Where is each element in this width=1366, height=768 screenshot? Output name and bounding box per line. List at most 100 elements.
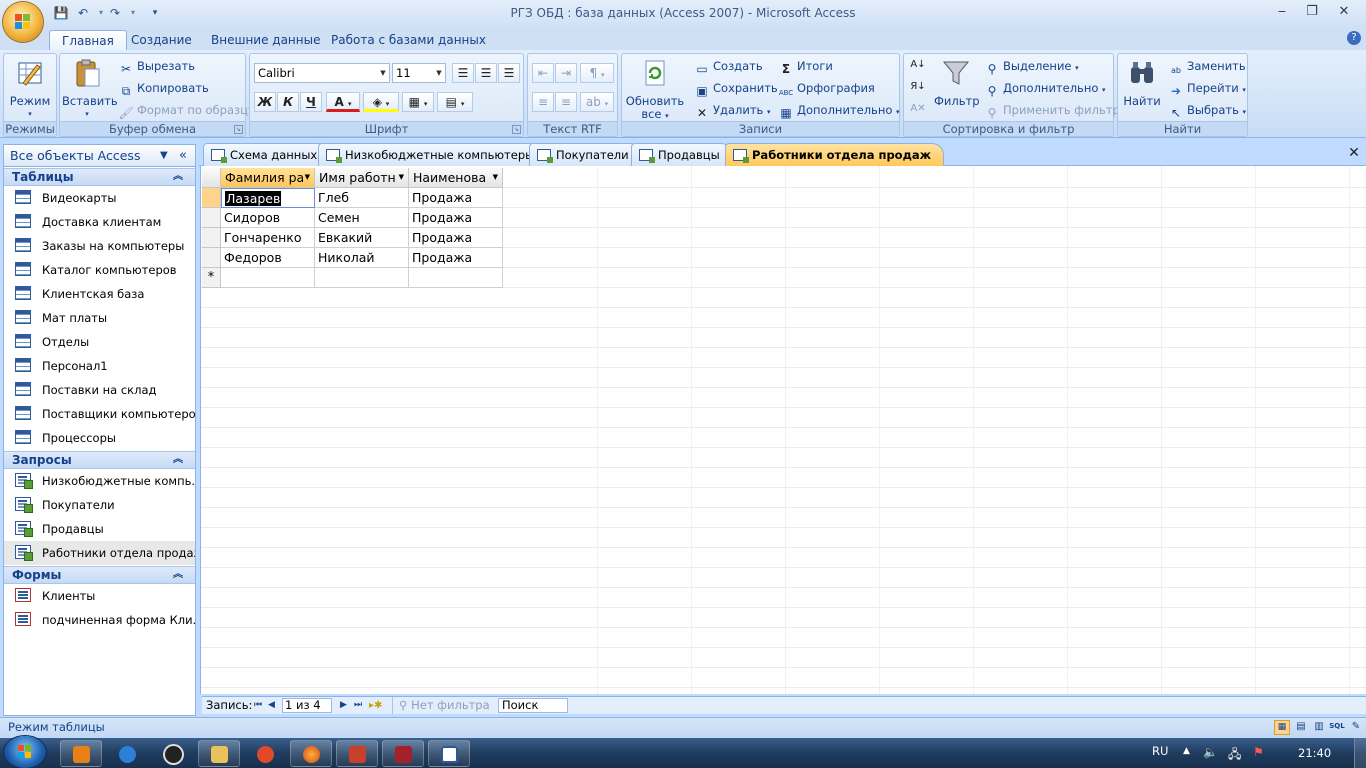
table-cell[interactable]: Продажа	[409, 228, 503, 248]
nav-section-forms[interactable]: Формы ︽	[4, 566, 195, 584]
table-cell[interactable]: Сидоров	[221, 208, 315, 228]
font-launcher-icon[interactable]: ↘	[512, 125, 521, 134]
language-indicator[interactable]: RU	[1152, 744, 1168, 758]
replace-button[interactable]: ab Заменить	[1168, 56, 1246, 76]
table-cell[interactable]: Продажа	[409, 208, 503, 228]
pivot-table-icon[interactable]: ▤	[1293, 720, 1309, 735]
current-record-field[interactable]: 1 из 4	[282, 698, 332, 713]
column-header[interactable]: Фамилия ра ▼	[221, 168, 315, 188]
start-button[interactable]	[4, 736, 46, 768]
datasheet-view-icon[interactable]: ▦	[1274, 720, 1290, 735]
nav-table-item[interactable]: Каталог компьютеров	[4, 258, 195, 282]
new-row-cell[interactable]	[221, 268, 315, 288]
doc-tab-query[interactable]: Продавцы	[631, 143, 733, 166]
highlight-button[interactable]: ab ▾	[580, 92, 614, 112]
no-filter-indicator[interactable]: ⚲ Нет фильтра	[392, 697, 490, 714]
nav-query-item[interactable]: Продавцы	[4, 517, 195, 541]
taskbar-ie[interactable]	[106, 740, 148, 767]
nav-query-item-selected[interactable]: Работники отдела продаж	[4, 541, 195, 565]
totals-button[interactable]: Σ Итоги	[778, 56, 833, 76]
new-row-cell[interactable]	[315, 268, 409, 288]
nav-pane-header[interactable]: Все объекты Access ▼ «	[4, 145, 195, 167]
select-button[interactable]: ↖ Выбрать ▾	[1168, 100, 1246, 120]
nav-table-item[interactable]: Доставка клиентам	[4, 210, 195, 234]
nav-table-item[interactable]: Поставки на склад	[4, 378, 195, 402]
taskbar-access[interactable]	[382, 740, 424, 767]
action-center-icon[interactable]: ⚑	[1253, 745, 1264, 759]
tab-home[interactable]: Главная	[49, 30, 127, 50]
volume-icon[interactable]: 🔈	[1203, 745, 1218, 759]
record-selector[interactable]	[202, 188, 221, 208]
maximize-button[interactable]: ❐	[1300, 3, 1324, 21]
doc-tab-query[interactable]: Покупатели	[529, 143, 642, 166]
table-cell[interactable]: Глеб	[315, 188, 409, 208]
design-view-icon[interactable]: ✎	[1348, 720, 1364, 735]
decrease-indent-button[interactable]: ⇤	[532, 63, 554, 83]
find-button[interactable]: Найти	[1120, 57, 1164, 108]
table-cell[interactable]: Семен	[315, 208, 409, 228]
numbering-button[interactable]: ≡	[532, 92, 554, 112]
table-cell[interactable]: Евкакий	[315, 228, 409, 248]
table-cell[interactable]: Федоров	[221, 248, 315, 268]
taskbar-media-player[interactable]	[60, 740, 102, 767]
clear-sort-button[interactable]: A✕	[908, 100, 928, 120]
nav-table-item[interactable]: Мат платы	[4, 306, 195, 330]
refresh-all-button[interactable]: Обновить все ▾	[624, 57, 686, 123]
record-selector[interactable]	[202, 248, 221, 268]
help-icon[interactable]: ?	[1347, 31, 1361, 45]
taskbar-firefox[interactable]	[290, 740, 332, 767]
font-name-combo[interactable]: Calibri ▼	[254, 63, 390, 83]
alternate-fill-button[interactable]: ▤ ▾	[437, 92, 473, 112]
new-row-cell[interactable]	[409, 268, 503, 288]
show-hidden-icons-icon[interactable]: ▲	[1183, 746, 1190, 756]
network-icon[interactable]: 🖧	[1228, 745, 1241, 766]
format-painter-button[interactable]: 🖌 Формат по образцу	[118, 100, 254, 120]
nav-form-item[interactable]: Клиенты	[4, 584, 195, 608]
next-record-icon[interactable]: ▶	[340, 697, 347, 714]
previous-record-icon[interactable]: ◀	[268, 697, 275, 714]
close-document-icon[interactable]: ✕	[1347, 146, 1361, 160]
close-button[interactable]: ✕	[1332, 3, 1356, 21]
nav-table-item[interactable]: Персонал1	[4, 354, 195, 378]
doc-tab-relationships[interactable]: Схема данных	[203, 143, 331, 166]
bold-button[interactable]: Ж	[254, 92, 276, 112]
tab-create[interactable]: Создание	[119, 30, 204, 50]
last-record-icon[interactable]: ⏭	[354, 697, 362, 714]
doc-tab-active[interactable]: Работники отдела продаж	[725, 143, 945, 166]
nav-table-item[interactable]: Отделы	[4, 330, 195, 354]
paste-button[interactable]: Вставить ▾	[62, 57, 118, 121]
column-header[interactable]: Имя работн ▼	[315, 168, 409, 188]
nav-table-item[interactable]: Заказы на компьютеры	[4, 234, 195, 258]
sort-descending-button[interactable]: Я↓	[908, 78, 928, 98]
table-cell[interactable]: Продажа	[409, 188, 503, 208]
copy-button[interactable]: ⧉ Копировать	[118, 78, 209, 98]
cut-button[interactable]: ✂ Вырезать	[118, 56, 195, 76]
sort-ascending-button[interactable]: A↓	[908, 56, 928, 76]
increase-indent-button[interactable]: ⇥	[555, 63, 577, 83]
clock[interactable]: 21:40	[1298, 746, 1331, 760]
new-record-selector[interactable]: *	[202, 268, 221, 288]
font-color-button[interactable]: A ▾	[326, 92, 360, 112]
office-button[interactable]	[3, 2, 43, 42]
sql-view-icon[interactable]: SQL	[1329, 720, 1345, 735]
italic-button[interactable]: К	[277, 92, 299, 112]
nav-query-item[interactable]: Низкобюджетные компь...	[4, 469, 195, 493]
taskbar-powerpoint[interactable]	[336, 740, 378, 767]
filter-button[interactable]: Фильтр	[934, 57, 980, 108]
align-left-button[interactable]: ☰	[452, 63, 474, 83]
chevron-down-icon[interactable]: ▼	[160, 145, 168, 166]
clipboard-launcher-icon[interactable]: ↘	[234, 125, 243, 134]
minimize-button[interactable]: ‒	[1270, 3, 1294, 21]
nav-form-item[interactable]: подчиненная форма Кли...	[4, 608, 195, 632]
table-cell[interactable]: Продажа	[409, 248, 503, 268]
advanced-filter-button[interactable]: ⚲ Дополнительно ▾	[984, 78, 1106, 98]
gridlines-button[interactable]: ▦ ▾	[402, 92, 434, 112]
tab-database-tools[interactable]: Работа с базами данных	[319, 30, 498, 50]
new-record-nav-icon[interactable]: ▸✱	[369, 697, 382, 714]
table-cell[interactable]: Николай	[315, 248, 409, 268]
spelling-button[interactable]: ABC Орфография	[778, 78, 875, 98]
font-size-combo[interactable]: 11 ▼	[392, 63, 446, 83]
goto-button[interactable]: ➜ Перейти ▾	[1168, 78, 1246, 98]
save-record-button[interactable]: ▣ Сохранить	[694, 78, 777, 98]
nav-section-queries[interactable]: Запросы ︽	[4, 451, 195, 469]
